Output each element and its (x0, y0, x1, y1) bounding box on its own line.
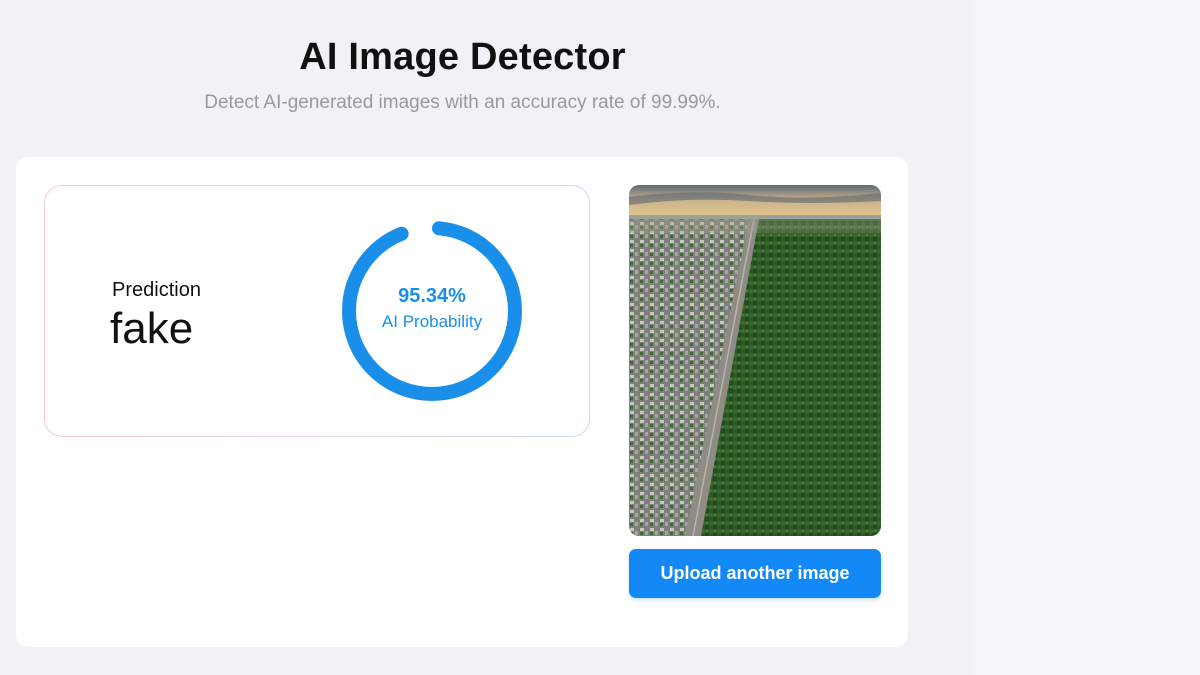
gauge-ring (342, 221, 522, 401)
upload-another-image-button[interactable]: Upload another image (629, 549, 881, 598)
page-title: AI Image Detector (299, 36, 626, 78)
prediction-value: fake (110, 304, 194, 353)
page-subtitle: Detect AI-generated images with an accur… (204, 92, 721, 113)
aerial-city-forest-photo (629, 185, 881, 536)
gauge-arc (342, 221, 522, 401)
probability-value: 95.34% (398, 285, 466, 307)
uploaded-image (629, 185, 881, 536)
result-panel: Prediction fake 95.34% AI Probability (45, 186, 589, 436)
detector-card: Prediction fake 95.34% AI Probability Up… (16, 157, 908, 647)
result-panel-border: Prediction fake 95.34% AI Probability (44, 185, 590, 437)
page-gutter (972, 0, 1200, 675)
probability-gauge: 95.34% AI Probability (340, 219, 524, 403)
prediction-label: Prediction (112, 279, 201, 301)
probability-caption: AI Probability (381, 312, 483, 331)
